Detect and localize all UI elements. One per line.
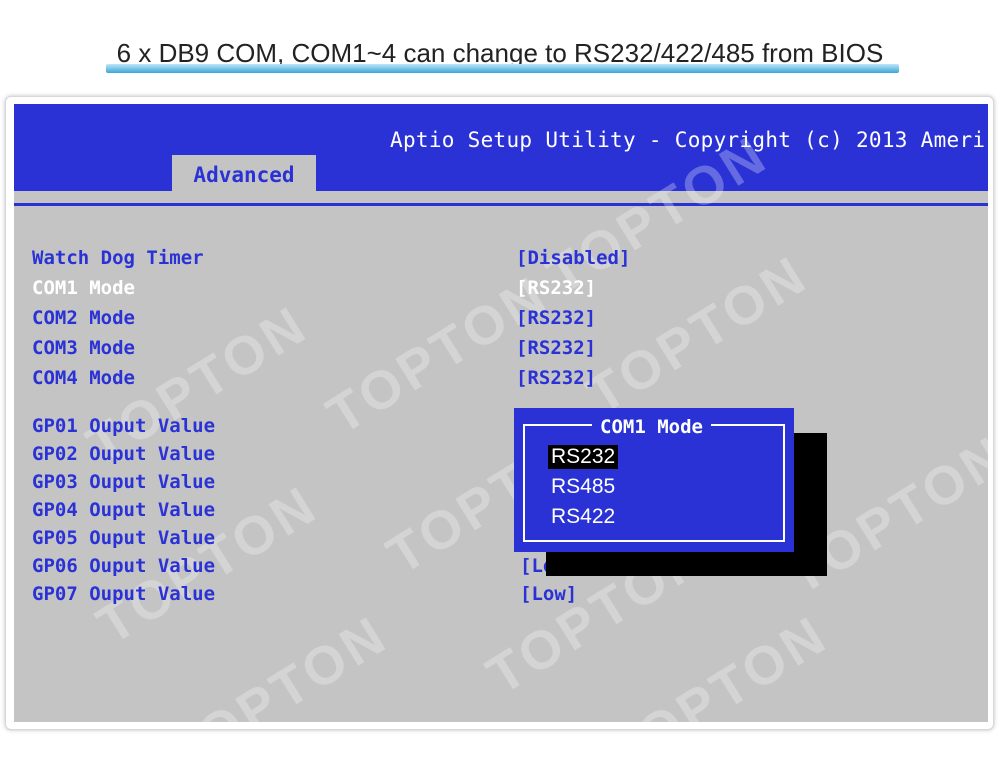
popup-option-rs422[interactable]: RS422: [548, 505, 618, 529]
bios-header: Aptio Setup Utility - Copyright (c) 2013…: [14, 104, 988, 191]
setting-value-watchdog[interactable]: [Disabled]: [516, 247, 630, 269]
setting-label-gp04[interactable]: GP04 Ouput Value: [32, 499, 215, 521]
setting-label-gp02[interactable]: GP02 Ouput Value: [32, 443, 215, 465]
com1-mode-popup: COM1 Mode RS232 RS485 RS422: [514, 408, 794, 552]
setting-label-gp06[interactable]: GP06 Ouput Value: [32, 555, 215, 577]
setting-label-com4[interactable]: COM4 Mode: [32, 367, 135, 389]
header-divider: [14, 203, 988, 206]
bios-screen: Aptio Setup Utility - Copyright (c) 2013…: [14, 104, 988, 722]
setting-label-gp03[interactable]: GP03 Ouput Value: [32, 471, 215, 493]
setting-value-com1[interactable]: [RS232]: [516, 277, 596, 299]
popup-option-rs485[interactable]: RS485: [548, 475, 618, 499]
watermark: TOPTON: [576, 244, 819, 426]
setting-value-com4[interactable]: [RS232]: [516, 367, 596, 389]
setting-value-gp07[interactable]: [Low]: [520, 583, 577, 605]
watermark: TOPTON: [596, 604, 839, 722]
setting-label-com2[interactable]: COM2 Mode: [32, 307, 135, 329]
setting-label-watchdog[interactable]: Watch Dog Timer: [32, 247, 204, 269]
tab-advanced[interactable]: Advanced: [172, 155, 316, 191]
setting-label-com1[interactable]: COM1 Mode: [32, 277, 135, 299]
setting-label-gp05[interactable]: GP05 Ouput Value: [32, 527, 215, 549]
setting-label-gp07[interactable]: GP07 Ouput Value: [32, 583, 215, 605]
popup-option-rs232[interactable]: RS232: [548, 445, 619, 469]
setting-label-com3[interactable]: COM3 Mode: [32, 337, 135, 359]
setting-label-gp01[interactable]: GP01 Ouput Value: [32, 415, 215, 437]
bios-title: Aptio Setup Utility - Copyright (c) 2013…: [390, 128, 986, 152]
setting-value-com2[interactable]: [RS232]: [516, 307, 596, 329]
watermark: TOPTON: [156, 604, 399, 722]
popup-title: COM1 Mode: [592, 416, 711, 438]
setting-value-com3[interactable]: [RS232]: [516, 337, 596, 359]
caption-underline: [106, 64, 899, 73]
